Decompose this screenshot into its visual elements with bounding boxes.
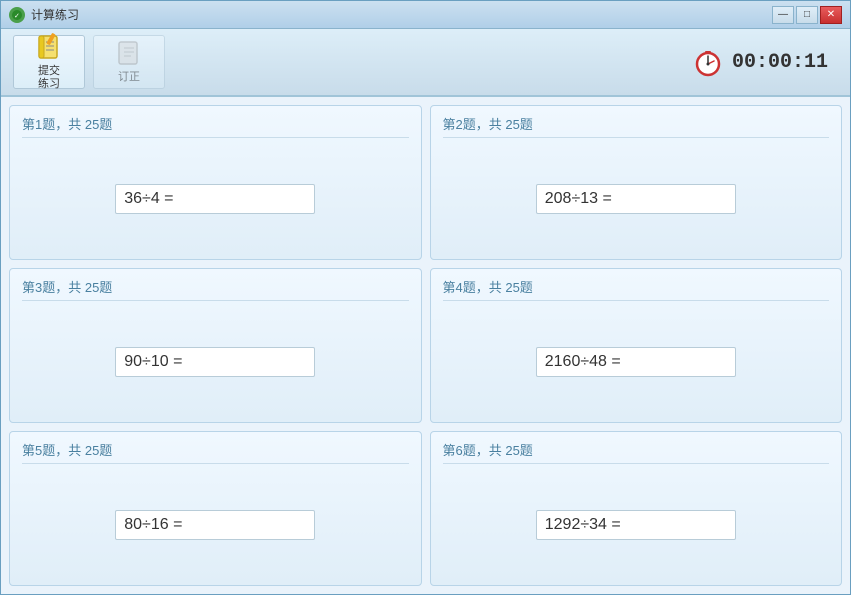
- timer-icon: [692, 46, 724, 78]
- answer-area-5: 80÷16 =: [115, 510, 315, 540]
- answer-area-4: 2160÷48 =: [536, 347, 736, 377]
- problem-header-1: 第1题，共 25题: [22, 114, 409, 138]
- problem-body-1: 36÷4 =: [22, 146, 409, 251]
- submit-button[interactable]: 提交练习: [13, 35, 85, 89]
- expr-text-4: 2160÷48 =: [545, 353, 621, 371]
- window-title: 计算练习: [31, 6, 79, 23]
- problem-body-3: 90÷10 =: [22, 309, 409, 414]
- problem-card-1: 第1题，共 25题 36÷4 =: [9, 105, 422, 260]
- problems-grid: 第1题，共 25题 36÷4 = 第2题，共 25题 208÷13 =: [1, 97, 850, 594]
- expr-text-6: 1292÷34 =: [545, 516, 621, 534]
- problem-card-5: 第5题，共 25题 80÷16 =: [9, 431, 422, 586]
- problem-expression-5: 80÷16 =: [115, 510, 315, 540]
- problem-card-2: 第2题，共 25题 208÷13 =: [430, 105, 843, 260]
- submit-label: 提交练习: [38, 65, 60, 91]
- expr-text-1: 36÷4 =: [124, 190, 173, 208]
- problem-expression-2: 208÷13 =: [536, 184, 736, 214]
- correct-label: 订正: [118, 71, 140, 84]
- problem-expression-6: 1292÷34 =: [536, 510, 736, 540]
- problem-header-4: 第4题，共 25题: [443, 277, 830, 301]
- expr-text-5: 80÷16 =: [124, 516, 182, 534]
- correct-icon: [115, 39, 143, 67]
- minimize-button[interactable]: —: [772, 6, 794, 24]
- problem-expression-4: 2160÷48 =: [536, 347, 736, 377]
- answer-area-6: 1292÷34 =: [536, 510, 736, 540]
- window-controls: — □ ✕: [772, 6, 842, 24]
- answer-area-1: 36÷4 =: [115, 184, 315, 214]
- problem-body-5: 80÷16 =: [22, 472, 409, 577]
- close-button[interactable]: ✕: [820, 6, 842, 24]
- problem-expression-3: 90÷10 =: [115, 347, 315, 377]
- problem-header-2: 第2题，共 25题: [443, 114, 830, 138]
- problem-header-6: 第6题，共 25题: [443, 440, 830, 464]
- title-bar-left: ✓ 计算练习: [9, 6, 79, 23]
- problem-expression-1: 36÷4 =: [115, 184, 315, 214]
- problem-body-2: 208÷13 =: [443, 146, 830, 251]
- toolbar: 提交练习 订正: [1, 29, 850, 97]
- problem-card-3: 第3题，共 25题 90÷10 =: [9, 268, 422, 423]
- problem-header-5: 第5题，共 25题: [22, 440, 409, 464]
- answer-area-3: 90÷10 =: [115, 347, 315, 377]
- app-icon: ✓: [9, 7, 25, 23]
- submit-icon: [35, 33, 63, 61]
- problem-body-6: 1292÷34 =: [443, 472, 830, 577]
- timer-area: 00:00:11: [692, 46, 828, 78]
- svg-text:✓: ✓: [14, 13, 20, 20]
- problem-body-4: 2160÷48 =: [443, 309, 830, 414]
- expr-text-3: 90÷10 =: [124, 353, 182, 371]
- problem-card-4: 第4题，共 25题 2160÷48 =: [430, 268, 843, 423]
- correct-button[interactable]: 订正: [93, 35, 165, 89]
- expr-text-2: 208÷13 =: [545, 190, 612, 208]
- problem-card-6: 第6题，共 25题 1292÷34 =: [430, 431, 843, 586]
- answer-area-2: 208÷13 =: [536, 184, 736, 214]
- timer-display: 00:00:11: [732, 51, 828, 74]
- problem-header-3: 第3题，共 25题: [22, 277, 409, 301]
- main-window: ✓ 计算练习 — □ ✕: [0, 0, 851, 595]
- title-bar: ✓ 计算练习 — □ ✕: [1, 1, 850, 29]
- maximize-button[interactable]: □: [796, 6, 818, 24]
